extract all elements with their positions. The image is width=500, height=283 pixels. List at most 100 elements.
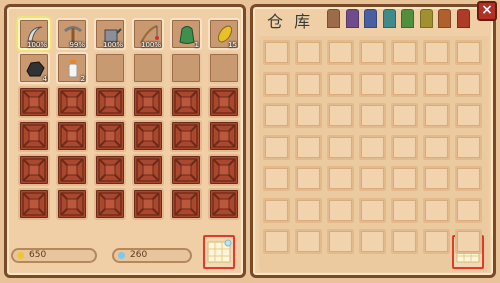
warehouse-tab[interactable] xyxy=(382,9,396,28)
warehouse-slot[interactable] xyxy=(359,229,386,254)
locked-slot[interactable] xyxy=(170,154,202,186)
warehouse-slot[interactable] xyxy=(391,166,418,191)
locked-crate-icon xyxy=(174,158,198,182)
warehouse-slot[interactable] xyxy=(327,40,354,65)
inventory-drop-slot[interactable] xyxy=(203,235,235,269)
warehouse-slot[interactable] xyxy=(423,40,450,65)
inventory-slot-empty[interactable] xyxy=(94,52,126,84)
warehouse-slot[interactable] xyxy=(359,40,386,65)
warehouse-slot[interactable] xyxy=(391,40,418,65)
inventory-slot-empty[interactable] xyxy=(170,52,202,84)
locked-crate-icon xyxy=(60,124,84,148)
warehouse-slot[interactable] xyxy=(359,166,386,191)
locked-slot[interactable] xyxy=(56,86,88,118)
warehouse-slot[interactable] xyxy=(391,71,418,97)
locked-slot[interactable] xyxy=(94,188,126,220)
warehouse-tab[interactable] xyxy=(438,9,451,28)
warehouse-slot[interactable] xyxy=(455,103,482,128)
warehouse-slot[interactable] xyxy=(327,197,354,223)
locked-slot[interactable] xyxy=(18,86,50,118)
warehouse-slot[interactable] xyxy=(295,197,322,223)
inventory-slot[interactable]: 100% xyxy=(18,18,50,50)
warehouse-slot[interactable] xyxy=(263,229,290,254)
warehouse-slot[interactable] xyxy=(423,71,450,97)
warehouse-slot[interactable] xyxy=(391,134,418,160)
warehouse-slot[interactable] xyxy=(295,229,322,254)
warehouse-slot[interactable] xyxy=(263,103,290,128)
warehouse-slot[interactable] xyxy=(423,229,450,254)
warehouse-slot[interactable] xyxy=(327,134,354,160)
inventory-slot[interactable]: 4 xyxy=(18,52,50,84)
inventory-slot[interactable]: 1 xyxy=(170,18,202,50)
inventory-slot-empty[interactable] xyxy=(132,52,164,84)
locked-slot[interactable] xyxy=(18,120,50,152)
warehouse-slot[interactable] xyxy=(263,71,290,97)
warehouse-slot[interactable] xyxy=(423,197,450,223)
warehouse-slot[interactable] xyxy=(391,229,418,254)
warehouse-tab[interactable] xyxy=(456,9,470,28)
locked-slot[interactable] xyxy=(18,154,50,186)
warehouse-slot[interactable] xyxy=(391,103,418,128)
locked-slot[interactable] xyxy=(56,154,88,186)
locked-slot[interactable] xyxy=(170,188,202,220)
warehouse-tab[interactable] xyxy=(345,9,359,28)
warehouse-slot[interactable] xyxy=(359,71,386,97)
warehouse-tab[interactable] xyxy=(401,9,414,28)
warehouse-tab[interactable] xyxy=(364,9,377,28)
locked-slot[interactable] xyxy=(18,188,50,220)
locked-slot[interactable] xyxy=(208,120,240,152)
inventory-slot[interactable]: 99% xyxy=(56,18,88,50)
locked-slot[interactable] xyxy=(208,154,240,186)
warehouse-slot[interactable] xyxy=(295,134,322,160)
warehouse-slot[interactable] xyxy=(455,134,482,160)
item-quantity: 100% xyxy=(140,41,161,49)
warehouse-slot[interactable] xyxy=(327,166,354,191)
locked-slot[interactable] xyxy=(132,86,164,118)
warehouse-slot[interactable] xyxy=(455,166,482,191)
warehouse-slot[interactable] xyxy=(423,103,450,128)
warehouse-slot[interactable] xyxy=(295,103,322,128)
warehouse-slot[interactable] xyxy=(455,197,482,223)
warehouse-slot[interactable] xyxy=(263,40,290,65)
locked-slot[interactable] xyxy=(208,86,240,118)
warehouse-slot[interactable] xyxy=(327,103,354,128)
warehouse-slot[interactable] xyxy=(391,197,418,223)
inventory-slot[interactable]: 15 xyxy=(208,18,240,50)
warehouse-slot[interactable] xyxy=(263,166,290,191)
warehouse-slot[interactable] xyxy=(359,103,386,128)
warehouse-slot[interactable] xyxy=(423,134,450,160)
locked-slot[interactable] xyxy=(94,86,126,118)
warehouse-tab[interactable] xyxy=(327,9,340,28)
warehouse-slot[interactable] xyxy=(295,40,322,65)
locked-slot[interactable] xyxy=(132,188,164,220)
warehouse-slot[interactable] xyxy=(327,229,354,254)
warehouse-slot[interactable] xyxy=(455,40,482,65)
locked-slot[interactable] xyxy=(94,120,126,152)
inventory-slot[interactable]: 100% xyxy=(132,18,164,50)
close-button[interactable]: × xyxy=(477,1,497,21)
warehouse-slot[interactable] xyxy=(295,166,322,191)
warehouse-slot[interactable] xyxy=(359,197,386,223)
warehouse-slot[interactable] xyxy=(295,71,322,97)
warehouse-slot[interactable] xyxy=(263,197,290,223)
locked-slot[interactable] xyxy=(56,188,88,220)
locked-slot[interactable] xyxy=(132,120,164,152)
locked-slot[interactable] xyxy=(56,120,88,152)
warehouse-slot[interactable] xyxy=(263,134,290,160)
locked-slot[interactable] xyxy=(170,120,202,152)
inventory-slot[interactable]: 100% xyxy=(94,18,126,50)
warehouse-slot[interactable] xyxy=(423,166,450,191)
locked-crate-icon xyxy=(136,158,160,182)
warehouse-slot[interactable] xyxy=(327,71,354,97)
locked-crate-icon xyxy=(22,158,46,182)
locked-slot[interactable] xyxy=(94,154,126,186)
inventory-slot[interactable]: 2 xyxy=(56,52,88,84)
warehouse-slot[interactable] xyxy=(359,134,386,160)
warehouse-slot[interactable] xyxy=(455,229,482,254)
warehouse-tab[interactable] xyxy=(419,9,433,28)
locked-slot[interactable] xyxy=(132,154,164,186)
inventory-slot-empty[interactable] xyxy=(208,52,240,84)
locked-slot[interactable] xyxy=(208,188,240,220)
warehouse-slot[interactable] xyxy=(455,71,482,97)
locked-slot[interactable] xyxy=(170,86,202,118)
